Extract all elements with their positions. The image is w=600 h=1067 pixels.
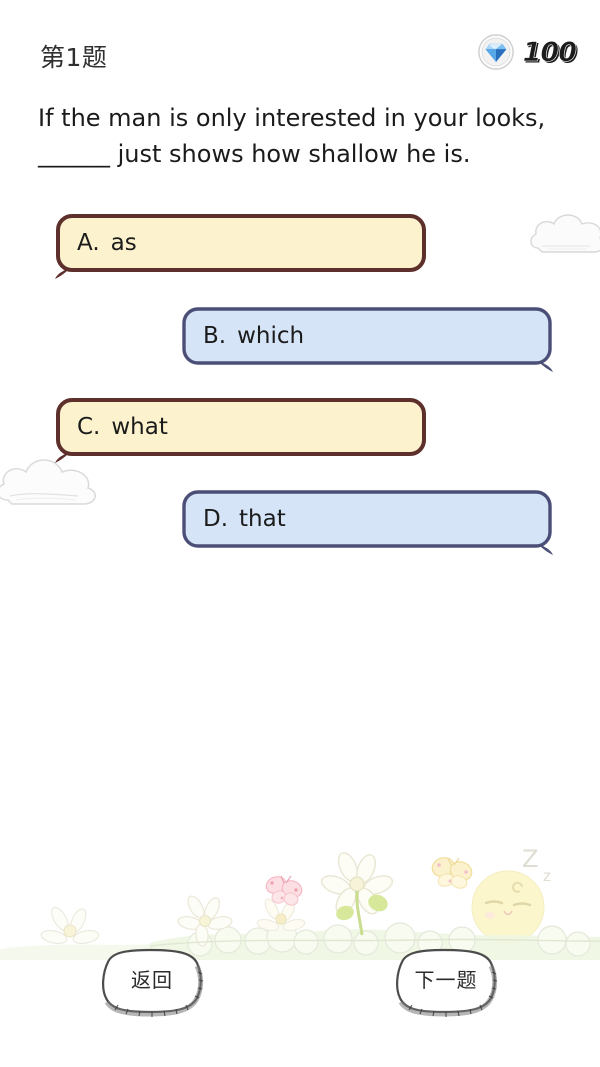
option-d-label: D. that [203,489,286,549]
option-c-label: C. what [77,397,168,457]
question-line-1: If the man is only interested in your lo… [38,104,546,132]
option-c-letter: C. [77,414,101,440]
bottom-scenery-decoration: Z z [0,845,600,960]
option-b[interactable]: B. which [181,306,553,372]
option-b-label: B. which [203,306,304,366]
quiz-screen: 第1题 100 If the man is only interested in… [0,0,600,1067]
gem-count-value: 100 [522,36,577,68]
question-index-label: 第1题 [40,43,108,72]
option-a-letter: A. [77,230,100,256]
gem-counter: 100 [477,34,577,70]
back-button[interactable]: 返回 [98,948,206,1017]
next-question-button-label: 下一题 [414,967,478,992]
option-d[interactable]: D. that [181,489,553,555]
butterfly-icon [265,875,303,906]
diamond-gem-icon [477,34,514,70]
option-c[interactable]: C. what [55,397,427,463]
question-text: If the man is only interested in your lo… [38,100,558,172]
option-b-letter: B. [203,323,227,349]
sleeping-face-icon [471,870,545,944]
next-question-button[interactable]: 下一题 [392,948,500,1017]
option-a-text: as [110,230,137,256]
option-c-text: what [111,414,168,440]
option-a[interactable]: A. as [55,213,427,279]
question-blank: ______ [38,140,110,168]
option-d-letter: D. [203,506,229,532]
cloud-decoration-right [528,200,600,275]
sleep-z-large: Z [522,845,538,873]
option-a-label: A. as [77,213,137,273]
option-d-text: that [239,506,286,532]
back-button-label: 返回 [131,967,173,992]
daisy-flower-icon [320,852,394,936]
question-line-2: just shows how shallow he is. [110,140,471,168]
quiz-header: 第1题 100 [0,34,600,82]
option-b-text: which [237,323,305,349]
butterfly-icon [431,857,473,889]
sleep-z-small: z [543,867,551,885]
